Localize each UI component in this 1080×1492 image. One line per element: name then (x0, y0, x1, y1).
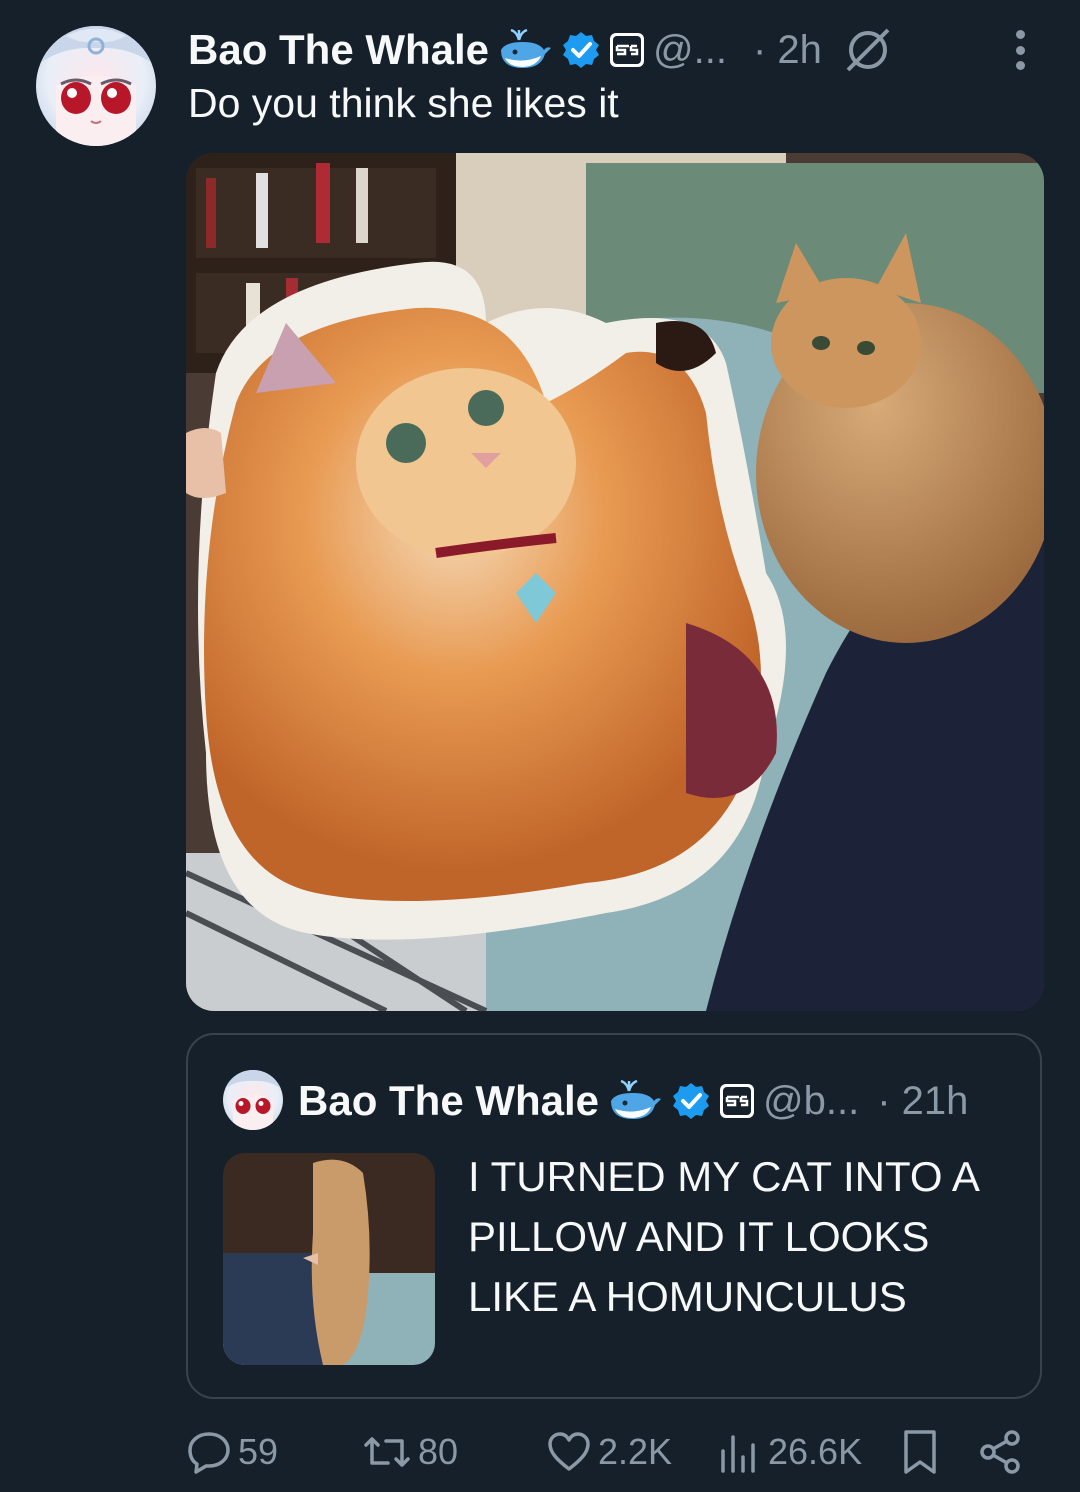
quoted-tweet-text: I TURNED MY CAT INTO A PILLOW AND IT LOO… (468, 1153, 978, 1320)
edited-icon (844, 28, 892, 72)
author-display-name[interactable]: Bao The Whale (188, 26, 489, 74)
affiliate-badge-icon (609, 32, 645, 68)
quoted-author-display-name[interactable]: Bao The Whale (298, 1077, 599, 1125)
heart-icon (546, 1429, 592, 1475)
whale-emoji-icon (607, 1079, 663, 1123)
tweet-media-photo[interactable] (186, 153, 1044, 1011)
tweet-action-bar: 59 80 2.2K 26.6K (186, 1424, 1036, 1480)
share-icon (976, 1428, 1024, 1476)
repost-count: 80 (418, 1431, 459, 1472)
verified-badge-icon (671, 1081, 711, 1121)
more-options-icon[interactable] (1004, 30, 1036, 70)
tweet-text: Do you think she likes it (188, 80, 619, 126)
bookmark-button[interactable] (900, 1424, 940, 1480)
share-button[interactable] (976, 1424, 1024, 1480)
tweet: Bao The Whale @... · 2h Do you think she… (0, 0, 1080, 1492)
views-chart-icon (718, 1429, 762, 1475)
repost-icon (362, 1429, 412, 1475)
reply-count: 59 (238, 1431, 279, 1472)
quoted-author-handle[interactable]: @b... (763, 1079, 859, 1124)
tweet-timestamp[interactable]: · 2h (753, 28, 822, 73)
quoted-tweet-timestamp[interactable]: · 21h (877, 1079, 968, 1124)
views-count: 26.6K (768, 1431, 863, 1472)
quoted-tweet-header: Bao The Whale @b... · 21h (298, 1075, 968, 1127)
like-button[interactable]: 2.2K (546, 1424, 672, 1480)
repost-button[interactable]: 80 (362, 1424, 458, 1480)
views-button[interactable]: 26.6K (718, 1424, 862, 1480)
whale-emoji-icon (497, 28, 553, 72)
tweet-header: Bao The Whale @... · 2h (188, 22, 892, 78)
like-count: 2.2K (598, 1431, 673, 1472)
reply-icon (186, 1429, 232, 1475)
affiliate-badge-icon (719, 1083, 755, 1119)
verified-badge-icon (561, 30, 601, 70)
bookmark-icon (900, 1428, 940, 1476)
quoted-author-avatar[interactable] (223, 1070, 283, 1130)
author-handle[interactable]: @... (653, 28, 727, 73)
author-avatar[interactable] (36, 26, 156, 146)
quoted-tweet[interactable]: Bao The Whale @b... · 21h I TURNED MY CA… (186, 1033, 1042, 1399)
quoted-tweet-thumbnail[interactable] (223, 1153, 435, 1365)
reply-button[interactable]: 59 (186, 1424, 278, 1480)
